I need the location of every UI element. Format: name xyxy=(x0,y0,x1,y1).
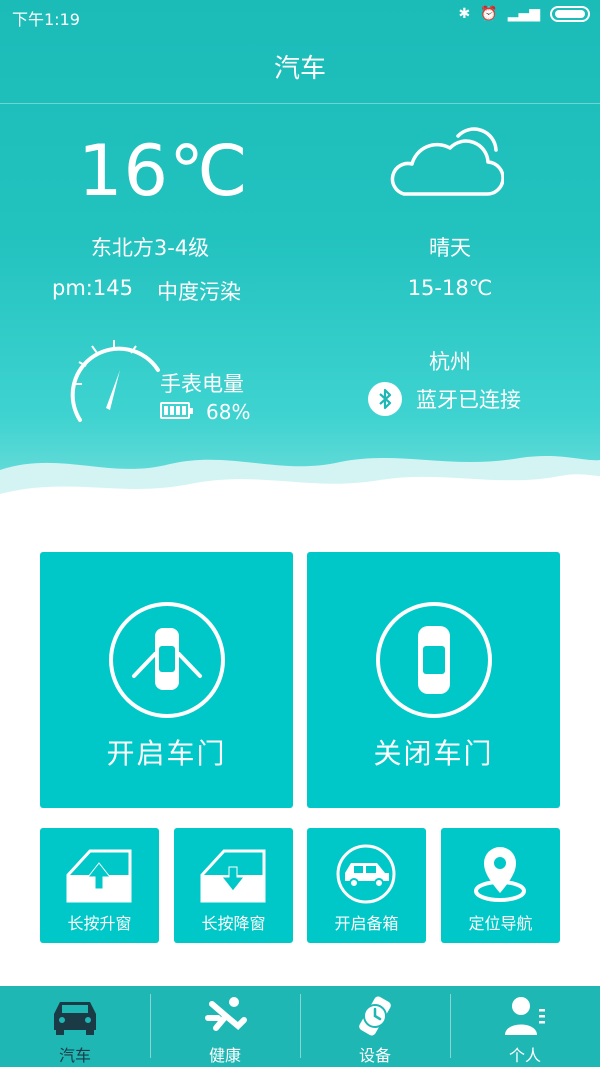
status-icons: ✱ ⏰ ▂▄▆ xyxy=(459,6,590,22)
raise-window-button[interactable]: 长按升窗 xyxy=(40,828,159,943)
lower-window-label: 长按降窗 xyxy=(201,914,266,933)
person-icon xyxy=(500,994,550,1038)
temperature: 16℃ xyxy=(78,130,249,212)
navigation-button[interactable]: 定位导航 xyxy=(441,828,560,943)
raise-window-label: 长按升窗 xyxy=(67,914,132,933)
city-name: 杭州 xyxy=(429,350,471,374)
window-down-icon xyxy=(198,844,268,904)
tab-profile[interactable]: 个人 xyxy=(450,986,600,1067)
tab-car-label: 汽车 xyxy=(58,1046,91,1065)
air-quality: pm:145 中度污染 xyxy=(52,276,241,306)
bluetooth-status: 蓝牙已连接 xyxy=(368,382,521,416)
weather-panel: 下午1:19 ✱ ⏰ ▂▄▆ 汽车 16℃ 东北方3-4级 pm:145 中度污… xyxy=(0,0,600,520)
tab-device-label: 设备 xyxy=(358,1046,391,1065)
weather-condition: 晴天 xyxy=(429,236,471,260)
tab-profile-label: 个人 xyxy=(508,1046,541,1065)
watch-battery-label: 手表电量 xyxy=(160,372,244,396)
tab-health-label: 健康 xyxy=(208,1046,241,1065)
open-trunk-button[interactable]: 开启备箱 xyxy=(307,828,426,943)
tab-device[interactable]: 设备 xyxy=(300,986,450,1067)
runner-icon xyxy=(200,994,250,1038)
bluetooth-icon xyxy=(368,382,402,416)
open-door-icon xyxy=(109,602,225,718)
signal-icon: ▂▄▆ xyxy=(507,6,540,22)
status-time: 下午1:19 xyxy=(12,10,80,29)
pollution-level: 中度污染 xyxy=(156,280,241,304)
navigation-label: 定位导航 xyxy=(468,914,533,933)
cloud-icon xyxy=(390,127,504,196)
status-bar: 下午1:19 ✱ ⏰ ▂▄▆ xyxy=(0,0,600,34)
car-icon xyxy=(50,994,100,1038)
close-door-button[interactable]: 关闭车门 xyxy=(307,552,560,808)
watch-battery-icon xyxy=(160,402,193,419)
open-door-label: 开启车门 xyxy=(106,737,227,770)
open-door-button[interactable]: 开启车门 xyxy=(40,552,293,808)
watch-icon xyxy=(350,994,400,1038)
close-door-icon xyxy=(376,602,492,718)
lower-window-button[interactable]: 长按降窗 xyxy=(174,828,293,943)
page-title: 汽车 xyxy=(0,34,600,104)
trunk-car-icon xyxy=(331,844,401,904)
tab-car[interactable]: 汽车 xyxy=(0,986,150,1067)
bluetooth-status-icon: ✱ xyxy=(458,6,471,22)
wave-decoration xyxy=(0,456,600,520)
bluetooth-label: 蓝牙已连接 xyxy=(416,388,521,412)
alarm-icon: ⏰ xyxy=(480,6,498,22)
temperature-range: 15-18℃ xyxy=(407,276,493,300)
wind-info: 东北方3-4级 xyxy=(90,236,210,260)
location-pin-icon xyxy=(465,844,535,904)
tab-health[interactable]: 健康 xyxy=(150,986,300,1067)
battery-icon xyxy=(550,6,590,22)
watch-battery-value: 68% xyxy=(206,400,251,424)
speedometer-icon xyxy=(70,340,160,422)
close-door-label: 关闭车门 xyxy=(373,737,494,770)
bottom-tab-bar: 汽车 健康 设备 个人 xyxy=(0,986,600,1067)
pm-value: pm:145 xyxy=(52,276,133,300)
window-up-icon xyxy=(64,844,134,904)
open-trunk-label: 开启备箱 xyxy=(334,914,399,933)
